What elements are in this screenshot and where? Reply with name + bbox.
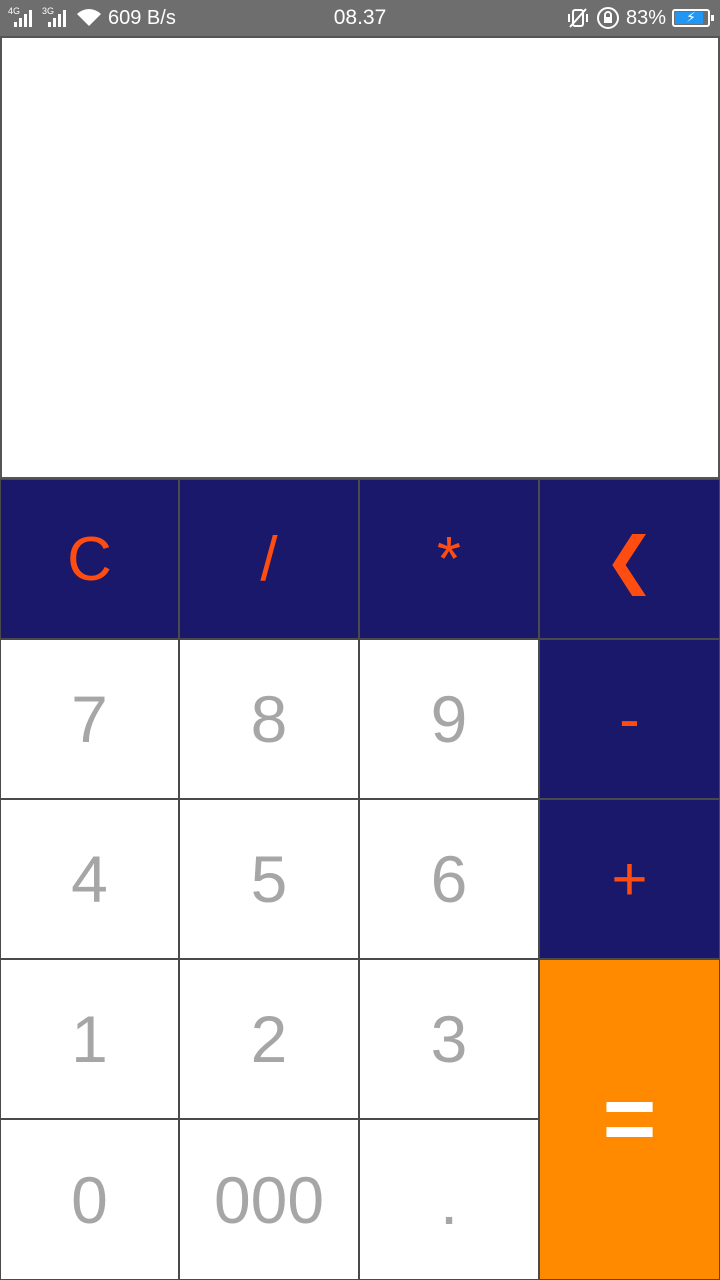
digit-6-button[interactable]: 6 <box>359 799 539 959</box>
backspace-button[interactable]: ❮ <box>539 479 720 639</box>
digit-1-button[interactable]: 1 <box>0 959 179 1119</box>
digit-7-button[interactable]: 7 <box>0 639 179 799</box>
keypad: C / * ❮ 7 8 9 - 4 5 6 + 1 2 3 = 0 000 . <box>0 479 720 1280</box>
vibrate-icon <box>567 8 588 28</box>
digit-8-button[interactable]: 8 <box>179 639 359 799</box>
triple-zero-button[interactable]: 000 <box>179 1119 359 1280</box>
divide-button[interactable]: / <box>179 479 359 639</box>
status-right: 83% ⚡ <box>566 0 714 36</box>
digit-5-button[interactable]: 5 <box>179 799 359 959</box>
multiply-button[interactable]: * <box>359 479 539 639</box>
battery-charging-icon: ⚡ <box>672 9 714 27</box>
equals-button[interactable]: = <box>539 959 720 1280</box>
digit-2-button[interactable]: 2 <box>179 959 359 1119</box>
decimal-point-button[interactable]: . <box>359 1119 539 1280</box>
digit-9-button[interactable]: 9 <box>359 639 539 799</box>
minus-button[interactable]: - <box>539 639 720 799</box>
calculator-display <box>0 36 720 479</box>
digit-3-button[interactable]: 3 <box>359 959 539 1119</box>
digit-0-button[interactable]: 0 <box>0 1119 179 1280</box>
status-bar: 4G 3G 609 B/s 08.37 83% ⚡ <box>0 0 720 36</box>
rotation-lock-icon <box>596 7 619 29</box>
clear-button[interactable]: C <box>0 479 179 639</box>
plus-button[interactable]: + <box>539 799 720 959</box>
battery-percent: 83% <box>625 7 666 29</box>
digit-4-button[interactable]: 4 <box>0 799 179 959</box>
